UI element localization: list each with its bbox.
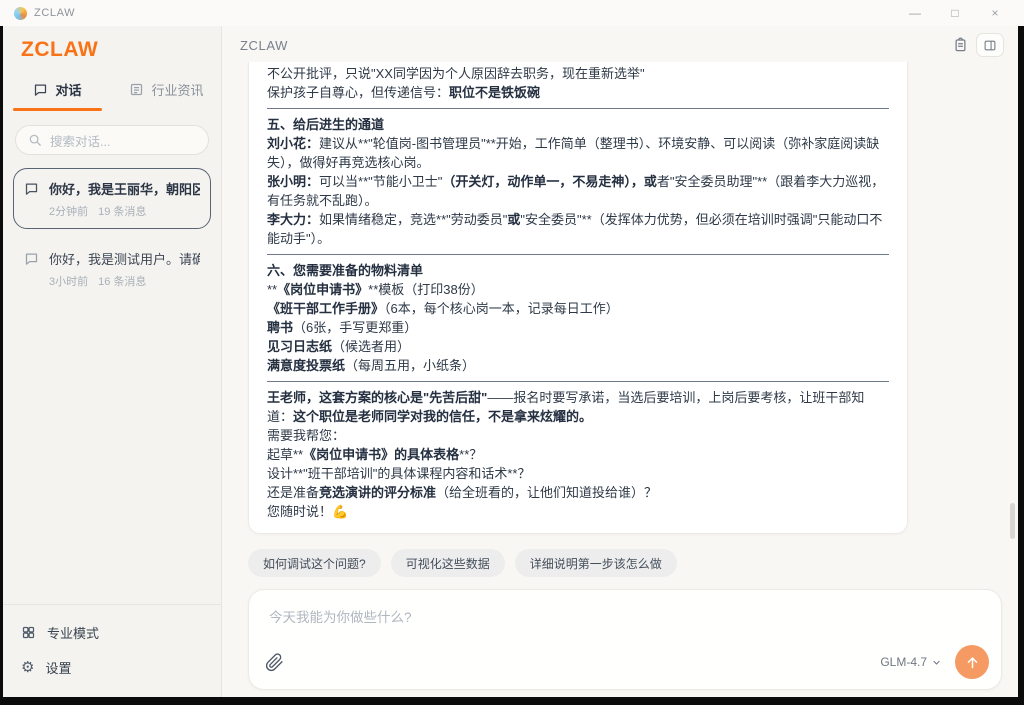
message-line: 聘书（6张，手写更郑重） [267,318,889,337]
model-selector[interactable]: GLM-4.7 [880,655,941,669]
tab-label: 行业资讯 [151,80,203,99]
message-line: 保护孩子自尊心，但传递信号：职位不是铁饭碗 [267,83,889,102]
minimize-button[interactable]: — [908,0,922,26]
paperclip-icon [265,653,284,672]
suggestion-chip[interactable]: 详细说明第一步该怎么做 [515,549,677,577]
message-line: 李大力：如果情绪稳定，竞选**"劳动委员"或"安全委员"**（发挥体力优势，但必… [267,210,889,248]
grid-icon [21,625,36,640]
suggestion-chip[interactable]: 如何调试这个问题? [248,549,381,577]
message-line: **《岗位申请书》**模板（打印38份） [267,280,889,299]
muscle-emoji: 💪 [332,504,348,519]
conversation-meta: 3小时前 16 条消息 [49,273,200,289]
message-line: 张小明：可以当**"节能小卫士"（开关灯，动作单一，不易走神），或者"安全委员助… [267,172,889,210]
message-line: 王老师，这套方案的核心是"先苦后甜"——报名时要写承诺，当选后要培训，上岗后要考… [267,388,889,426]
news-icon [129,82,144,97]
sidebar-spacer [3,308,221,604]
conversation-title: 你好，我是测试用户。请确... [49,249,200,268]
message-line: 刘小花：建议从**"轮值岗-图书管理员"**开始，工作简单（整理书）、环境安静、… [267,134,889,172]
window-titlebar: ZCLAW — □ × [0,0,1024,26]
main-header-title: ZCLAW [240,38,288,53]
chat-bubble-icon [24,181,39,201]
input-placeholder: 今天我能为你做些什么? [269,606,412,626]
arrow-up-icon [965,655,980,670]
message-line: 六、您需要准备的物料清单 [267,261,889,280]
message-divider [267,254,889,255]
conversation-title: 你好，我是王丽华，朝阳区... [49,179,200,198]
conversation-meta: 2分钟前 19 条消息 [49,203,200,219]
chat-area: 颁发"卸任证书"（感谢曾经付出），保留"荣誉顾问"头衔（可以随时提建议）——给孩… [222,62,1018,697]
suggestion-chip[interactable]: 可视化这些数据 [391,549,505,577]
toggle-panel-button[interactable] [976,33,1004,57]
search-icon [28,133,42,147]
chat-bubble-icon [24,251,39,271]
message-line: 不公开批评，只说"XX同学因为个人原因辞去职务，现在重新选举" [267,64,889,83]
sidebar: ZCLAW 对话 行业资讯 搜索对话... 你好，我是王丽华，朝阳区... 2分钟前… [3,26,222,697]
message-line: 还是准备竞选演讲的评分标准（给全班看的，让他们知道投给谁）？ [267,483,889,502]
assistant-message-content: 颁发"卸任证书"（感谢曾经付出），保留"荣誉顾问"头衔（可以随时提建议）——给孩… [267,62,889,521]
conversation-item[interactable]: 你好，我是测试用户。请确... 3小时前 16 条消息 [13,238,211,299]
conversation-list: 你好，我是王丽华，朝阳区... 2分钟前 19 条消息你好，我是测试用户。请确...… [3,159,221,308]
sidebar-item-settings[interactable]: ⚙ 设置 [9,650,215,685]
message-line: 《班干部工作手册》（6本，每个核心岗一本，记录每日工作） [267,299,889,318]
panel-icon [983,39,997,52]
sidebar-item-pro-mode[interactable]: 专业模式 [9,615,215,650]
sidebar-item-label: 设置 [45,658,71,677]
conversation-time: 2分钟前 [49,203,88,219]
model-name: GLM-4.7 [880,655,927,669]
message-line: 满意度投票纸（每周五用，小纸条） [267,356,889,375]
header-actions [953,33,1004,57]
main-panel: ZCLAW 颁发"卸任证书"（感谢曾经付出），保留"荣誉顾问"头衔（可以随时提建… [222,26,1018,697]
conversation-count: 16 条消息 [98,273,146,289]
message-line: 五、给后进生的通道 [267,115,889,134]
sidebar-footer: 专业模式 ⚙ 设置 [3,604,221,697]
clipboard-icon[interactable] [953,37,968,53]
window-controls: — □ × [908,0,1010,26]
app-logo-icon [14,7,27,20]
message-line: 需要我帮您： [267,426,889,445]
message-line: 您随时说！💪 [267,502,889,521]
sidebar-item-label: 专业模式 [47,623,99,642]
message-line: 见习日志纸（候选者用） [267,337,889,356]
app-window: ZCLAW 对话 行业资讯 搜索对话... 你好，我是王丽华，朝阳区... 2分钟前… [3,26,1018,697]
input-toolbar: GLM-4.7 [265,645,989,679]
search-placeholder: 搜索对话... [50,131,110,150]
message-divider [267,381,889,382]
sidebar-logo: ZCLAW [3,26,221,70]
message-input-card[interactable]: 今天我能为你做些什么? GLM-4.7 [248,589,1002,690]
conversation-time: 3小时前 [49,273,88,289]
message-line: 起草**《岗位申请书》的具体表格**？ [267,445,889,464]
assistant-message-card: 颁发"卸任证书"（感谢曾经付出），保留"荣誉顾问"头衔（可以随时提建议）——给孩… [248,62,908,534]
gear-icon: ⚙ [21,660,34,675]
tab-industry-news[interactable]: 行业资讯 [112,70,221,111]
tab-label: 对话 [55,80,81,99]
window-title: ZCLAW [34,7,75,19]
sidebar-tabs: 对话 行业资讯 [3,70,221,111]
search-input[interactable]: 搜索对话... [15,125,209,155]
suggestion-chips: 如何调试这个问题? 可视化这些数据详细说明第一步该怎么做 [248,549,1018,577]
message-line: 设计**"班干部培训"的具体课程内容和话术**？ [267,464,889,483]
message-divider [267,108,889,109]
tab-conversations[interactable]: 对话 [3,70,112,111]
close-button[interactable]: × [988,0,1002,26]
attach-button[interactable] [265,653,284,672]
conversation-count: 19 条消息 [98,203,146,219]
main-header: ZCLAW [222,26,1018,62]
chevron-down-icon [932,658,941,667]
chat-scrollbar[interactable] [1010,503,1015,539]
send-button[interactable] [955,645,989,679]
conversation-item[interactable]: 你好，我是王丽华，朝阳区... 2分钟前 19 条消息 [13,168,211,229]
maximize-button[interactable]: □ [948,0,962,26]
chat-bubble-icon [33,82,48,97]
